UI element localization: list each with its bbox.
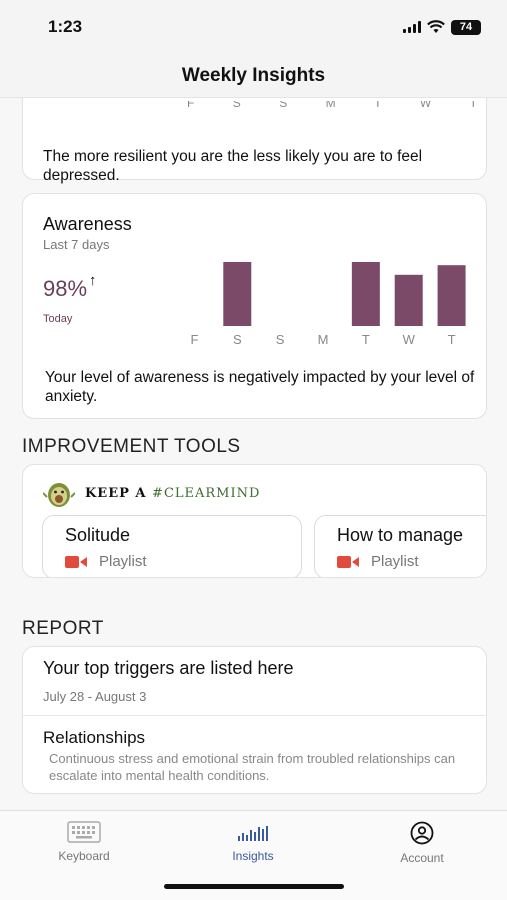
day-label: F xyxy=(187,101,195,110)
tab-keyboard[interactable]: Keyboard xyxy=(24,821,144,863)
day-label: T xyxy=(374,101,382,110)
divider xyxy=(23,715,486,716)
insights-icon xyxy=(238,826,268,841)
improvement-tools-card: KEEP A #CLEARMIND Solitude Playlist How … xyxy=(22,464,487,578)
resilience-day-labels: F S S M T W T xyxy=(187,101,477,111)
trend-up-icon: ↑ xyxy=(89,272,97,289)
improvement-tools-heading: IMPROVEMENT TOOLS xyxy=(22,436,241,457)
banner-hashtag: #CLEARMIND xyxy=(152,485,261,501)
day-label: W xyxy=(419,101,432,110)
video-icon xyxy=(65,555,87,569)
resilience-description: The more resilient you are the less like… xyxy=(43,148,423,184)
tool-name: How to manage xyxy=(337,525,464,545)
chart-tick-label: S xyxy=(233,332,242,347)
signal-icon xyxy=(403,21,421,33)
status-time: 1:23 xyxy=(48,17,83,36)
tab-insights[interactable]: Insights xyxy=(193,821,313,863)
chart-bar xyxy=(394,274,423,326)
tool-item-how-to-manage[interactable]: How to manage Playlist xyxy=(314,515,486,577)
tab-label: Keyboard xyxy=(58,849,110,863)
resilience-card: F S S M T W T The more resilient you are… xyxy=(22,98,487,184)
avocado-mascot-icon xyxy=(43,483,75,507)
awareness-bar-chart: FSSMTWT xyxy=(190,262,466,347)
page-title: Weekly Insights xyxy=(181,64,326,86)
banner-prefix: KEEP A xyxy=(85,485,147,501)
chart-bar xyxy=(437,265,466,326)
trigger-title: Relationships xyxy=(43,728,146,747)
tool-name: Solitude xyxy=(65,525,131,545)
chart-tick-label: M xyxy=(318,332,329,347)
chart-tick-label: S xyxy=(276,332,285,347)
awareness-description: Your level of awareness is negatively im… xyxy=(45,369,475,405)
awareness-caption: Today xyxy=(43,313,73,325)
day-label: M xyxy=(325,101,336,110)
trigger-description: Continuous stress and emotional strain f… xyxy=(49,751,456,783)
chart-tick-label: T xyxy=(362,332,370,347)
tool-type: Playlist xyxy=(337,553,419,570)
tool-type: Playlist xyxy=(65,553,147,570)
chart-bar xyxy=(223,262,252,326)
account-icon xyxy=(410,821,434,845)
status-bar: 1:23 74 xyxy=(0,0,507,54)
day-label: S xyxy=(232,101,241,110)
status-icons: 74 xyxy=(403,19,481,35)
tab-label: Insights xyxy=(232,849,274,863)
awareness-subtitle: Last 7 days xyxy=(43,237,110,252)
awareness-title: Awareness xyxy=(43,214,132,234)
awareness-percent: 98% xyxy=(43,276,88,301)
tool-type-label: Playlist xyxy=(371,553,419,570)
chart-tick-label: T xyxy=(448,332,456,347)
chart-bar xyxy=(351,262,380,326)
day-label: S xyxy=(279,101,288,110)
report-title: Your top triggers are listed here xyxy=(43,658,294,678)
wifi-icon xyxy=(427,20,445,33)
awareness-score: 98% ↑ xyxy=(43,272,97,302)
day-label: T xyxy=(469,101,477,110)
nav-header: Weekly Insights xyxy=(0,54,507,98)
tab-label: Account xyxy=(400,851,444,865)
video-icon xyxy=(337,555,359,569)
keyboard-icon xyxy=(67,821,101,843)
banner-text: KEEP A #CLEARMIND xyxy=(85,486,260,501)
insights-scroll-area[interactable]: F S S M T W T The more resilient you are… xyxy=(0,98,507,810)
report-heading: REPORT xyxy=(22,618,104,639)
battery-icon: 74 xyxy=(451,19,481,35)
report-date-range: July 28 - August 3 xyxy=(43,689,147,704)
tool-type-label: Playlist xyxy=(99,553,147,570)
tool-item-solitude[interactable]: Solitude Playlist xyxy=(42,515,302,577)
clearmind-banner: KEEP A #CLEARMIND xyxy=(43,477,260,509)
awareness-card[interactable]: Awareness Last 7 days 98% ↑ Today F S S M T W… xyxy=(22,193,487,419)
home-indicator xyxy=(164,884,344,889)
tab-account[interactable]: Account xyxy=(362,821,482,865)
chart-tick-label: F xyxy=(190,332,198,347)
chart-tick-label: W xyxy=(403,332,416,347)
report-card[interactable]: Your top triggers are listed here July 2… xyxy=(22,646,487,794)
